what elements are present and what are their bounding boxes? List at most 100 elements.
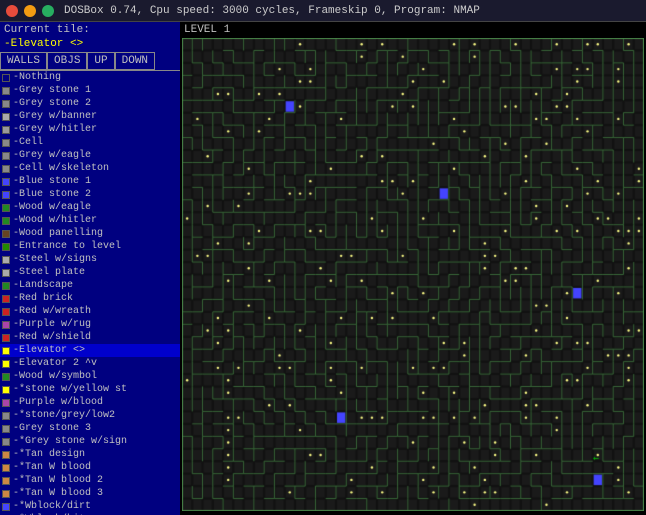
tile-label: -*Tan W blood: [13, 461, 91, 474]
right-panel: LEVEL 1: [180, 22, 646, 515]
maze-container: [182, 38, 644, 511]
tile-color-swatch: [2, 334, 10, 342]
tile-color-swatch: [2, 100, 10, 108]
tile-label: -Grey w/eagle: [13, 149, 91, 162]
tile-label: -Wood w/hitler: [13, 214, 97, 227]
tile-item[interactable]: -Elevator <>: [0, 344, 180, 357]
tile-item[interactable]: -Purple w/rug: [0, 318, 180, 331]
tab-walls[interactable]: WALLS: [0, 52, 47, 70]
tile-label: -Grey stone 1: [13, 84, 91, 97]
tile-item[interactable]: -Wood panelling: [0, 227, 180, 240]
tile-item[interactable]: -Elevator 2 ^v: [0, 357, 180, 370]
tile-color-swatch: [2, 399, 10, 407]
tile-item[interactable]: -*stone w/yellow st: [0, 383, 180, 396]
title-bar: DOSBox 0.74, Cpu speed: 3000 cycles, Fra…: [0, 0, 646, 22]
tab-objs[interactable]: OBJS: [47, 52, 87, 70]
tile-item[interactable]: -Landscape: [0, 279, 180, 292]
tile-label: -Wood w/eagle: [13, 201, 91, 214]
tile-label: -Blue stone 2: [13, 188, 91, 201]
tile-item[interactable]: -Grey w/eagle: [0, 149, 180, 162]
tile-item[interactable]: -Cell: [0, 136, 180, 149]
tile-color-swatch: [2, 360, 10, 368]
tile-color-swatch: [2, 191, 10, 199]
tile-label: -Grey w/banner: [13, 110, 97, 123]
tile-item[interactable]: -Cell w/skeleton: [0, 162, 180, 175]
tile-item[interactable]: -*Tan design: [0, 448, 180, 461]
tile-label: -Wood w/symbol: [13, 370, 97, 383]
maze-canvas: [182, 38, 644, 511]
tab-bar: WALLS OBJS UP DOWN: [0, 52, 180, 71]
tile-label: -Red w/wreath: [13, 305, 91, 318]
current-tile-value: -Elevator <>: [0, 38, 180, 52]
tile-label: -*Tan design: [13, 448, 85, 461]
tab-up[interactable]: UP: [87, 52, 114, 70]
tile-item[interactable]: -*stone/grey/low2: [0, 409, 180, 422]
close-button[interactable]: [6, 5, 18, 17]
tile-color-swatch: [2, 230, 10, 238]
tile-label: -Blue stone 1: [13, 175, 91, 188]
tile-color-swatch: [2, 113, 10, 121]
tile-color-swatch: [2, 152, 10, 160]
tile-item[interactable]: -Red brick: [0, 292, 180, 305]
tile-color-swatch: [2, 490, 10, 498]
tile-item[interactable]: -Grey w/banner: [0, 110, 180, 123]
tile-color-swatch: [2, 425, 10, 433]
left-panel: Current tile: -Elevator <> WALLS OBJS UP…: [0, 22, 180, 515]
tile-item[interactable]: -*Tan W blood 3: [0, 487, 180, 500]
tile-item[interactable]: -Red w/wreath: [0, 305, 180, 318]
tile-item[interactable]: -Wood w/hitler: [0, 214, 180, 227]
tile-color-swatch: [2, 477, 10, 485]
tile-item[interactable]: -Wood w/eagle: [0, 201, 180, 214]
tile-label: -Nothing: [13, 71, 61, 84]
tile-color-swatch: [2, 308, 10, 316]
tile-item[interactable]: -Steel w/signs: [0, 253, 180, 266]
tile-item[interactable]: -*Tan W blood: [0, 461, 180, 474]
tile-label: -Grey stone 2: [13, 97, 91, 110]
tile-color-swatch: [2, 165, 10, 173]
tile-item[interactable]: -Nothing: [0, 71, 180, 84]
tile-item[interactable]: -*Tan W blood 2: [0, 474, 180, 487]
tile-item[interactable]: -Blue stone 1: [0, 175, 180, 188]
tile-color-swatch: [2, 243, 10, 251]
tile-item[interactable]: -*Grey stone w/sign: [0, 435, 180, 448]
tile-item[interactable]: -Grey w/hitler: [0, 123, 180, 136]
tile-color-swatch: [2, 204, 10, 212]
window-title: DOSBox 0.74, Cpu speed: 3000 cycles, Fra…: [64, 5, 480, 17]
tile-label: -*Tan W blood 3: [13, 487, 103, 500]
tile-label: -*stone/grey/low2: [13, 409, 115, 422]
level-label: LEVEL 1: [182, 24, 644, 36]
tile-item[interactable]: -Grey stone 3: [0, 422, 180, 435]
tile-item[interactable]: -Purple w/blood: [0, 396, 180, 409]
tile-color-swatch: [2, 282, 10, 290]
tile-item[interactable]: -Red w/shield: [0, 331, 180, 344]
tile-color-swatch: [2, 126, 10, 134]
maximize-button[interactable]: [42, 5, 54, 17]
tile-color-swatch: [2, 451, 10, 459]
tile-label: -*Tan W blood 2: [13, 474, 103, 487]
tile-label: -Steel plate: [13, 266, 85, 279]
main-layout: Current tile: -Elevator <> WALLS OBJS UP…: [0, 22, 646, 515]
tile-item[interactable]: -Grey stone 2: [0, 97, 180, 110]
tile-item[interactable]: -*Wblock/dirt: [0, 500, 180, 513]
tile-list[interactable]: -Nothing-Grey stone 1-Grey stone 2-Grey …: [0, 71, 180, 515]
tile-color-swatch: [2, 87, 10, 95]
tile-item[interactable]: -Entrance to level: [0, 240, 180, 253]
tile-label: -Wood panelling: [13, 227, 103, 240]
tile-item[interactable]: -Blue stone 2: [0, 188, 180, 201]
tile-color-swatch: [2, 256, 10, 264]
tile-label: -Steel w/signs: [13, 253, 97, 266]
tile-label: -Landscape: [13, 279, 73, 292]
tile-color-swatch: [2, 74, 10, 82]
tile-item[interactable]: -Steel plate: [0, 266, 180, 279]
tile-label: -*stone w/yellow st: [13, 383, 127, 396]
tile-color-swatch: [2, 269, 10, 277]
tab-down[interactable]: DOWN: [115, 52, 155, 70]
tile-item[interactable]: -Grey stone 1: [0, 84, 180, 97]
tile-label: -Elevator <>: [13, 344, 85, 357]
tile-color-swatch: [2, 503, 10, 511]
minimize-button[interactable]: [24, 5, 36, 17]
tile-label: -Purple w/rug: [13, 318, 91, 331]
tile-label: -Cell w/skeleton: [13, 162, 109, 175]
tile-item[interactable]: -Wood w/symbol: [0, 370, 180, 383]
tile-color-swatch: [2, 464, 10, 472]
